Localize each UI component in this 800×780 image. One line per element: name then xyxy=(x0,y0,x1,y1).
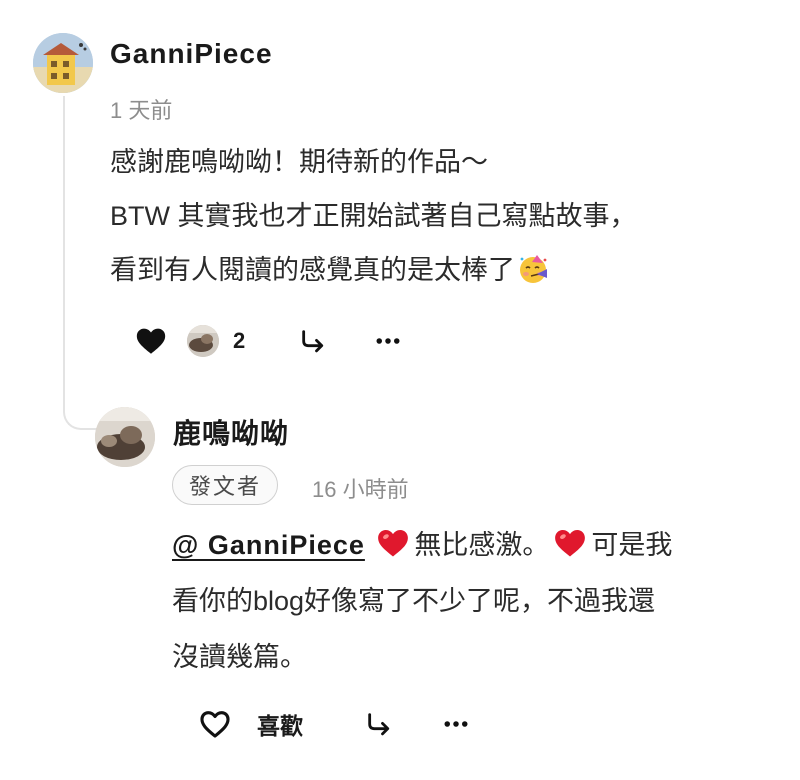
avatar-gannipiece[interactable] xyxy=(33,33,93,93)
reply-line-1: @ GanniPiece 無比感激。 可是我 xyxy=(172,517,772,573)
comment-line-3: 看到有人閱讀的感覺真的是太棒了 xyxy=(110,255,515,285)
liker-avatar[interactable] xyxy=(187,325,219,357)
more-icon[interactable] xyxy=(371,324,405,358)
share-arrow-icon[interactable] xyxy=(297,325,329,357)
comment-line-3-wrap: 看到有人閱讀的感覺真的是太棒了 xyxy=(110,243,790,297)
avatar-image xyxy=(33,33,93,93)
comment-body: 感謝鹿鳴呦呦！期待新的作品～ BTW 其實我也才正開始試著自己寫點故事， 看到有… xyxy=(110,135,790,297)
like-button-label[interactable]: 喜歡 xyxy=(257,707,303,741)
author-badge: 發文者 xyxy=(172,465,279,505)
comment-line-2: BTW 其實我也才正開始試著自己寫點故事， xyxy=(110,201,637,231)
like-count: 2 xyxy=(233,328,246,353)
reply-line-3: 沒讀幾篇。 xyxy=(172,642,307,672)
red-heart-emoji-icon xyxy=(376,523,410,557)
thread-connector-line xyxy=(63,96,101,430)
reply-line-1-b: 可是我 xyxy=(591,530,673,560)
heart-filled-icon[interactable] xyxy=(133,323,169,359)
comment-actions: 2 xyxy=(133,322,405,360)
comment-line-1: 感謝鹿鳴呦呦！期待新的作品～ xyxy=(110,147,488,177)
share-arrow-icon[interactable] xyxy=(363,708,395,740)
reply-timestamp: 16 小時前 xyxy=(312,477,409,502)
heart-outline-icon[interactable] xyxy=(197,706,233,742)
avatar-image xyxy=(95,407,155,467)
more-icon[interactable] xyxy=(439,707,473,741)
reply-actions: 喜歡 xyxy=(197,704,473,744)
reply-username[interactable]: 鹿鳴呦呦 xyxy=(173,412,289,452)
comment-username[interactable]: GanniPiece xyxy=(110,38,273,70)
red-heart-emoji-icon xyxy=(553,523,587,557)
partying-face-emoji-icon xyxy=(517,249,549,283)
reply-line-1-a: 無比感激。 xyxy=(414,530,550,560)
comment-timestamp: 1 天前 xyxy=(110,98,173,123)
avatar-author[interactable] xyxy=(95,407,155,467)
comment-thread: GanniPiece 1 天前 感謝鹿鳴呦呦！期待新的作品～ BTW 其實我也才… xyxy=(0,0,800,780)
reply-line-2: 看你的blog好像寫了不少了呢，不過我還 xyxy=(172,586,656,616)
mention-link[interactable]: @ GanniPiece xyxy=(172,530,365,560)
reply-body: @ GanniPiece 無比感激。 可是我 看你的blog好像寫了不少了呢，不過… xyxy=(172,517,772,685)
